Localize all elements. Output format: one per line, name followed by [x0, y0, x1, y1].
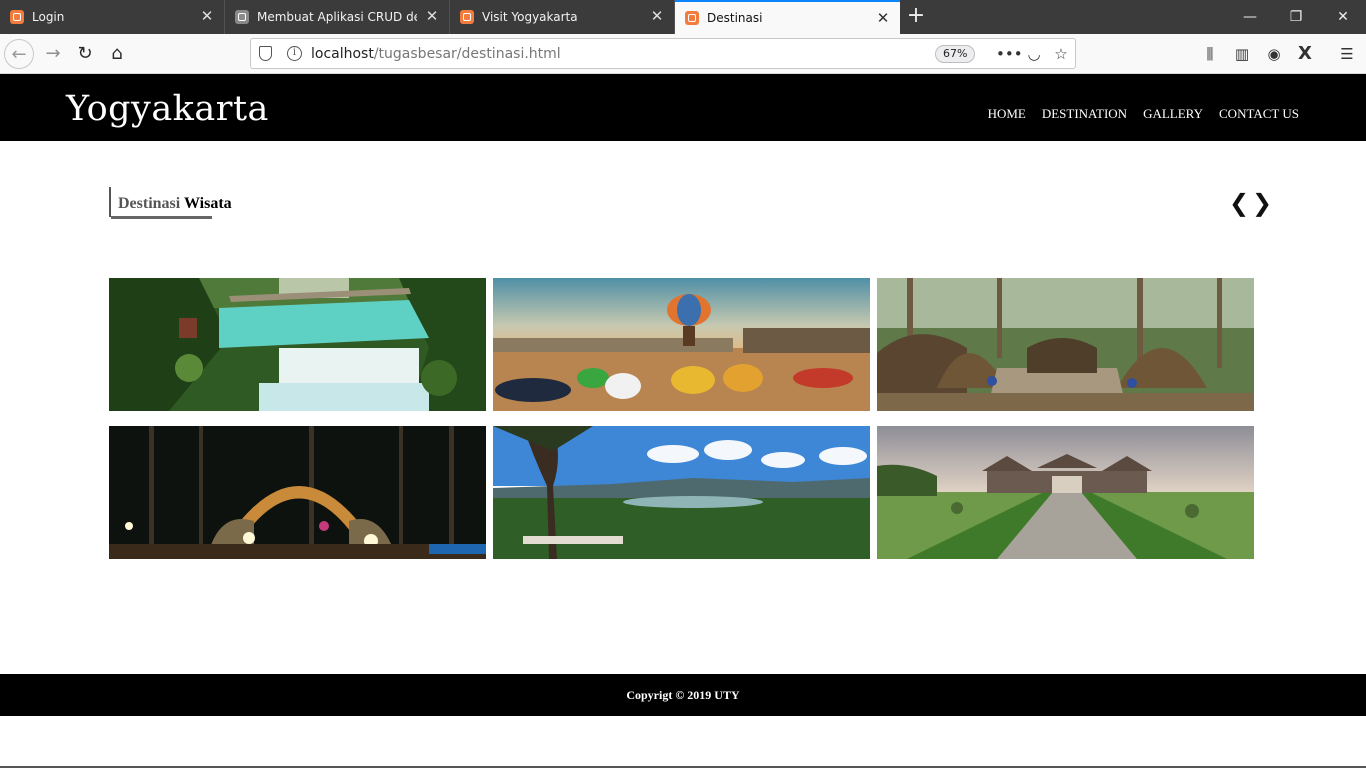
destination-photo-night-arch[interactable] [109, 426, 486, 559]
tab-crud-article[interactable]: Membuat Aplikasi CRUD denga ✕ [225, 0, 450, 34]
destination-photo-temple-gate[interactable] [877, 426, 1254, 559]
close-icon[interactable]: ✕ [200, 9, 214, 24]
restore-icon[interactable]: ❐ [1285, 6, 1307, 28]
url-host: localhost [311, 46, 374, 62]
tab-title: Membuat Aplikasi CRUD denga [257, 10, 417, 24]
section-title: Destinasi Wisata [109, 187, 232, 219]
chevron-right-icon[interactable]: ❯ [1252, 191, 1272, 217]
page-actions-more-icon[interactable]: ••• [996, 45, 1023, 63]
extension-x-icon[interactable]: X [1294, 43, 1316, 65]
main-nav: HOME DESTINATION GALLERY CONTACT US [988, 106, 1299, 122]
tab-login[interactable]: Login ✕ [0, 0, 225, 34]
destination-photo-waterfall[interactable] [109, 278, 486, 411]
temple-gate-path-photo [877, 426, 1254, 559]
zoom-level-badge[interactable]: 67% [935, 45, 976, 63]
nav-gallery[interactable]: GALLERY [1143, 106, 1203, 122]
url-path: /tugasbesar/destinasi.html [373, 46, 561, 62]
back-arrow-icon[interactable]: ← [4, 39, 34, 69]
browser-toolbar: ← → ↻ ⌂ i localhost/tugasbesar/destinasi… [0, 34, 1366, 74]
nav-home[interactable]: HOME [988, 106, 1026, 122]
section-title-part2: Wisata [183, 195, 232, 212]
tab-destinasi[interactable]: Destinasi ✕ [675, 0, 900, 34]
home-icon[interactable]: ⌂ [102, 39, 132, 69]
browser-tab-strip: Login ✕ Membuat Aplikasi CRUD denga ✕ Vi… [0, 0, 1366, 34]
library-icon[interactable]: ⫼ [1199, 43, 1221, 65]
destination-photo-balloon[interactable] [493, 278, 870, 411]
tracking-shield-icon[interactable] [259, 46, 272, 61]
window-close-icon[interactable]: ✕ [1332, 6, 1354, 28]
chevron-left-icon[interactable]: ❮ [1229, 191, 1249, 217]
nav-destination[interactable]: DESTINATION [1042, 106, 1127, 122]
tab-title: Login [32, 10, 65, 24]
bookmark-star-icon[interactable]: ☆ [1052, 45, 1070, 63]
xampp-favicon-icon [685, 11, 699, 25]
hot-air-balloon-hilltop-photo [493, 278, 870, 411]
illuminated-arch-pine-forest-photo [109, 426, 486, 559]
site-footer: Copyrigt © 2019 UTY [0, 674, 1366, 716]
waterfall-pool-photo [109, 278, 486, 411]
close-icon[interactable]: ✕ [650, 9, 664, 24]
site-brand[interactable]: Yogyakarta [66, 92, 269, 127]
url-text[interactable]: localhost/tugasbesar/destinasi.html [311, 46, 561, 62]
sidebar-icon[interactable]: ▥ [1231, 43, 1253, 65]
reload-icon[interactable]: ↻ [70, 39, 100, 69]
tab-title: Destinasi [707, 11, 763, 25]
tab-title: Visit Yogyakarta [482, 10, 578, 24]
minimize-icon[interactable]: — [1239, 6, 1261, 28]
nav-contact-us[interactable]: CONTACT US [1219, 106, 1299, 122]
destination-photo-lake-view[interactable] [493, 426, 870, 559]
hamburger-menu-icon[interactable]: ☰ [1336, 43, 1358, 65]
address-bar[interactable]: i localhost/tugasbesar/destinasi.html 67… [250, 38, 1076, 69]
wooden-hut-forest-photo [877, 278, 1254, 411]
section-title-part1: Destinasi [118, 195, 181, 212]
copyright-text: Copyrigt © 2019 UTY [626, 688, 740, 702]
xampp-favicon-icon [10, 10, 24, 24]
tab-visit-yogyakarta[interactable]: Visit Yogyakarta ✕ [450, 0, 675, 34]
site-header: Yogyakarta HOME DESTINATION GALLERY CONT… [0, 74, 1366, 141]
forward-arrow-icon[interactable]: → [38, 39, 68, 69]
close-icon[interactable]: ✕ [425, 9, 439, 24]
destination-photo-huts[interactable] [877, 278, 1254, 411]
site-info-icon[interactable]: i [287, 46, 302, 61]
site-favicon-icon [235, 10, 249, 24]
new-tab-plus-icon[interactable]: + [904, 5, 928, 29]
close-icon[interactable]: ✕ [876, 11, 890, 26]
xampp-favicon-icon [460, 10, 474, 24]
lake-valley-viewpoint-photo [493, 426, 870, 559]
pocket-icon[interactable]: ◡ [1025, 45, 1043, 63]
account-icon[interactable]: ◉ [1263, 43, 1285, 65]
